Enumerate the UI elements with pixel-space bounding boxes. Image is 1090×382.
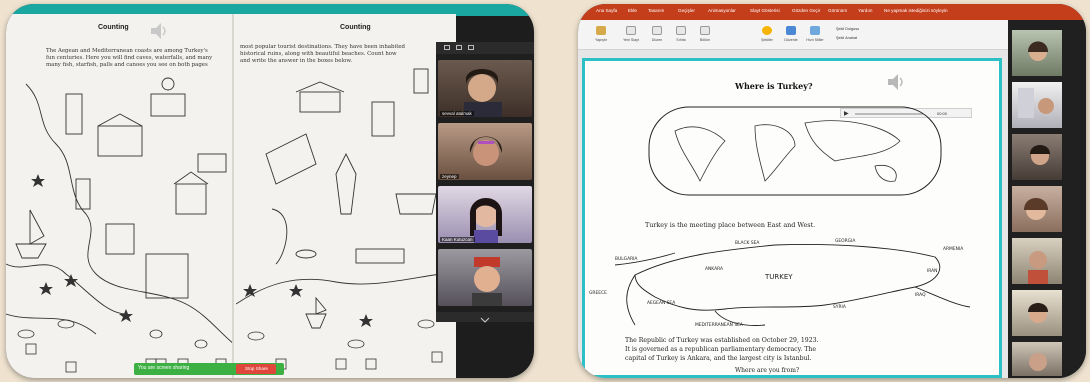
- participant-avatar: [464, 69, 502, 117]
- participant-avatar: [1030, 145, 1050, 165]
- participant-gallery: [1008, 20, 1086, 378]
- slide-body-line: It is governed as a republican parliamen…: [625, 346, 817, 353]
- shape-outline-button[interactable]: Şekil Anahat: [836, 36, 857, 40]
- slide-title: Where is Turkey?: [735, 81, 813, 91]
- ribbon-button-label: Düzenle: [784, 38, 798, 42]
- sharing-status-text: You are screen sharing: [138, 365, 190, 371]
- shapes-button[interactable]: Şekiller: [758, 24, 776, 46]
- participant-avatar: [1024, 198, 1048, 220]
- participant-avatar: [1018, 88, 1054, 118]
- minimize-icon[interactable]: [444, 45, 450, 50]
- participant-tile[interactable]: [1012, 290, 1062, 336]
- ribbon-button-label: Yapıştır: [594, 38, 608, 42]
- coast-map-illustration: [6, 77, 232, 373]
- map-label: BLACK SEA: [735, 241, 760, 246]
- current-slide[interactable]: Where is Turkey? ▶ 00:00 Turkey is the m…: [582, 58, 1002, 378]
- participant-tile[interactable]: [1012, 30, 1062, 76]
- layout-button[interactable]: Düzen: [648, 24, 666, 46]
- tab-review[interactable]: Gözden Geçir: [792, 8, 820, 13]
- tab-transitions[interactable]: Geçişler: [678, 8, 695, 13]
- reset-button[interactable]: Sıfırla: [672, 24, 690, 46]
- ribbon-tab-bar: Ana Sayfa Ekle Tasarım Geçişler Animasyo…: [578, 4, 1086, 20]
- stop-share-button[interactable]: Stop Share: [236, 364, 276, 374]
- speaker-icon[interactable]: [148, 20, 170, 42]
- map-label: BULGARIA: [615, 257, 638, 262]
- map-label: TURKEY: [765, 273, 793, 281]
- map-label: SYRIA: [833, 305, 846, 310]
- shared-book-screen: Counting The Aegean and Mediterranean co…: [6, 14, 456, 378]
- section-button[interactable]: Bölüm: [696, 24, 714, 46]
- right-screenshot: Ana Sayfa Ekle Tasarım Geçişler Animasyo…: [578, 4, 1086, 378]
- participant-avatar: [1028, 251, 1048, 284]
- map-label: MEDITERRANEAN SEA: [695, 323, 743, 328]
- participant-name: Kaan Kutuzcan: [440, 237, 475, 242]
- participant-tile[interactable]: [1012, 134, 1062, 180]
- ribbon-button-label: Bölüm: [699, 38, 711, 42]
- participant-avatar: [1029, 353, 1047, 371]
- slide-subtitle: Turkey is the meeting place between East…: [645, 221, 816, 229]
- ribbon-button-label: Yeni Slayt: [623, 38, 639, 42]
- slide-footer-text: Where are you from?: [735, 367, 800, 374]
- ribbon-toolbar: Yapıştır Yeni Slayt Düzen Sıfırla Bölüm …: [578, 20, 1008, 50]
- tell-me-box[interactable]: Ne yapmak istediğinizi söyleyin: [884, 8, 948, 13]
- participant-video-panel: sevval atalmak zeynep Kaan Kutuzcan: [436, 42, 534, 323]
- ribbon-button-label: Düzen: [651, 38, 663, 42]
- book-page-left: Counting The Aegean and Mediterranean co…: [6, 14, 234, 378]
- ribbon-button-label: Şekiller: [761, 38, 773, 42]
- slide-body-line: capital of Turkey is Ankara, and the lar…: [625, 355, 812, 362]
- stop-share-label: Stop Share: [245, 366, 268, 371]
- participant-tile[interactable]: [1012, 238, 1062, 284]
- speaker-icon[interactable]: [885, 71, 907, 93]
- left-screenshot: Counting The Aegean and Mediterranean co…: [6, 4, 534, 378]
- tab-help[interactable]: Yardım: [858, 8, 872, 13]
- map-label: IRAQ: [915, 293, 926, 298]
- new-slide-button[interactable]: Yeni Slayt: [622, 24, 640, 46]
- tab-slide-show[interactable]: Slayt Gösterisi: [750, 8, 780, 13]
- book-page-right: Counting most popular tourist destinatio…: [236, 14, 456, 378]
- view-toggle-icon[interactable]: [456, 45, 462, 50]
- participant-tile[interactable]: [438, 249, 532, 306]
- map-label: IRAN: [927, 269, 938, 274]
- panel-scroll-down[interactable]: [436, 312, 534, 323]
- participant-name: sevval atalmak: [440, 111, 474, 116]
- participant-tile[interactable]: Kaan Kutuzcan: [438, 186, 532, 243]
- turkey-map-illustration: [615, 244, 971, 326]
- participant-tile[interactable]: [1012, 82, 1062, 128]
- paste-button[interactable]: Yapıştır: [592, 24, 610, 46]
- participant-avatar: [469, 198, 503, 243]
- tab-animations[interactable]: Animasyonlar: [708, 8, 736, 13]
- map-label: ARMENIA: [943, 247, 964, 252]
- tab-view[interactable]: Görünüm: [828, 8, 847, 13]
- tab-home[interactable]: Ana Sayfa: [596, 8, 617, 13]
- map-label: GREECE: [589, 291, 607, 296]
- panel-header: [436, 42, 534, 54]
- participant-avatar: [1028, 303, 1048, 323]
- gallery-icon[interactable]: [468, 45, 474, 50]
- participant-tile[interactable]: zeynep: [438, 123, 532, 180]
- participant-name: zeynep: [440, 174, 459, 179]
- slide-editor: Where is Turkey? ▶ 00:00 Turkey is the m…: [578, 50, 1008, 378]
- slide-body-line: The Republic of Turkey was established o…: [625, 337, 819, 344]
- participant-avatar: [472, 257, 502, 306]
- map-label: GEORGIA: [835, 239, 856, 244]
- ribbon-button-label: Hızlı Stiller: [806, 38, 824, 42]
- participant-tile[interactable]: sevval atalmak: [438, 60, 532, 117]
- quick-styles-button[interactable]: Hızlı Stiller: [806, 24, 824, 46]
- tourist-places-illustration: [236, 68, 456, 370]
- participant-tile[interactable]: [1012, 186, 1062, 232]
- map-label: AEGEAN SEA: [647, 301, 676, 306]
- world-map-illustration: [648, 106, 942, 196]
- participant-avatar: [469, 136, 503, 166]
- map-label: ANKARA: [705, 267, 723, 272]
- tab-insert[interactable]: Ekle: [628, 8, 637, 13]
- chevron-down-icon: [480, 317, 490, 323]
- tab-design[interactable]: Tasarım: [648, 8, 664, 13]
- ribbon-button-label: Sıfırla: [676, 38, 686, 42]
- participant-avatar: [1028, 41, 1048, 61]
- shape-fill-button[interactable]: Şekil Dolgusu: [836, 27, 859, 31]
- arrange-button[interactable]: Düzenle: [782, 24, 800, 46]
- participant-tile[interactable]: [1012, 342, 1062, 376]
